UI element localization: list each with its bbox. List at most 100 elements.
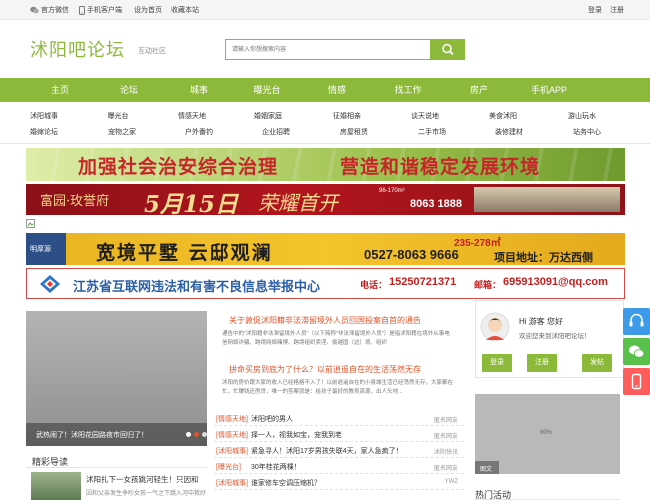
nav-exposure[interactable]: 曝光台 <box>253 78 280 102</box>
news-author: 匿名网友 <box>433 466 458 472</box>
avatar[interactable] <box>480 312 510 342</box>
slider-dot-active[interactable] <box>186 432 191 437</box>
set-homepage-link[interactable]: 设为首页 <box>134 5 162 15</box>
featured-headline-1[interactable]: 关于敦促沭阳籍非法滞留境外人员回国投案自首的通告 <box>229 315 421 326</box>
subnav-item[interactable]: 婚姻家庭 <box>254 111 282 121</box>
news-author: YWZ <box>444 479 458 485</box>
search-input[interactable] <box>226 40 426 59</box>
register-button[interactable]: 注册 <box>527 354 557 372</box>
banner4-phone-label: 电话： <box>360 280 388 290</box>
nav-property[interactable]: 房产 <box>470 78 488 102</box>
subnav-item[interactable]: 房屋租赁 <box>340 127 368 137</box>
news-category[interactable]: [沭阳城事] <box>216 478 248 488</box>
news-category[interactable]: [情感天地] <box>216 414 248 424</box>
banner3-area: 235-278㎡ <box>454 238 501 249</box>
jingcai-item-text: 因和父亲发生争吵女孩一气之下跳入河中救好 <box>86 491 207 497</box>
news-title[interactable]: 择一人，视我如宝，宠我到老 <box>251 430 342 440</box>
subnav-item[interactable]: 情感天地 <box>178 111 206 121</box>
mobile-phone-icon <box>631 373 642 390</box>
phone-icon <box>79 5 85 15</box>
news-category[interactable]: [曝光台] <box>216 462 241 472</box>
news-title[interactable]: 谁家修车空调压缩机？ <box>251 478 321 488</box>
banner2-date: 5月15日 <box>144 191 239 215</box>
featured-headline-2[interactable]: 拼命买房到底为了什么？以前逍遥自在的生活荡然无存 <box>229 364 421 375</box>
news-row[interactable]: [情感天地] 沭阳吧的男人 匿名网友 <box>214 411 464 426</box>
nav-city[interactable]: 城事 <box>190 78 208 102</box>
side-mobile-button[interactable] <box>623 368 650 395</box>
banner3-main-text: 宽境平墅 云邸观澜 <box>96 242 273 264</box>
wechat-icon <box>30 6 39 14</box>
side-support-button[interactable] <box>623 308 650 335</box>
top-register-link[interactable]: 注册 <box>610 5 624 15</box>
main-nav: 主页 论坛 城事 曝光台 情感 找工作 房产 手机APP <box>0 78 650 102</box>
search-icon <box>442 43 454 56</box>
news-row[interactable]: [情感天地] 择一人，视我如宝，宠我到老 匿名网友 <box>214 427 464 442</box>
news-title[interactable]: 紧急寻人！沭阳17岁男孩失联4天，家人急疯了！ <box>251 446 403 456</box>
banner2-size: 96-170m² <box>379 188 405 194</box>
report-center-logo-icon <box>40 275 60 293</box>
subnav-item[interactable]: 美食沭阳 <box>489 111 517 121</box>
subnav-item[interactable]: 企业招聘 <box>262 127 290 137</box>
subnav-item[interactable]: 征婚相亲 <box>333 111 361 121</box>
banner2-left-text: 富园·玫誉府 <box>40 194 110 209</box>
news-author: 匿名网友 <box>433 434 458 440</box>
banner4-email: 695913091@qq.com <box>503 276 608 288</box>
subnav-item[interactable]: 户外番钓 <box>185 127 213 137</box>
subnav-item[interactable]: 婚嫁论坛 <box>30 127 58 137</box>
nav-forum[interactable]: 论坛 <box>120 78 138 102</box>
site-logo[interactable]: 沭阳吧论坛 <box>30 36 125 62</box>
nav-emotion[interactable]: 情感 <box>328 78 346 102</box>
nav-home[interactable]: 主页 <box>51 78 69 102</box>
slider-caption: 武热闹了！沭阳花园路夜市回归了！ <box>36 432 148 439</box>
banner1-main-text: 加强社会治安综合治理 <box>78 156 279 178</box>
side-wechat-button[interactable] <box>623 338 650 365</box>
nav-jobs[interactable]: 找工作 <box>394 78 421 102</box>
news-title[interactable]: 沭阳吧的男人 <box>251 414 293 424</box>
sub-nav: 沭阳城事 曝光台 情感天地 婚姻家庭 征婚相亲 谈天说地 美食沭阳 游山玩水 婚… <box>0 102 650 144</box>
banner-property-ad[interactable]: 富园·玫誉府 5月15日 荣耀首开 96-170m² 8063 1888 <box>26 184 625 215</box>
news-category[interactable]: [沭阳城事] <box>216 446 248 456</box>
jingcai-thumbnail[interactable] <box>31 472 81 500</box>
featured-text-2: 沭阳的房价跟大家的收入已经格格不入了！以前逍遥自在的小县城生活已经荡然无存，大家… <box>222 380 454 395</box>
image-slider[interactable]: 武热闹了！沭阳花园路夜市回归了！ <box>26 311 207 446</box>
user-greeting: Hi 游客 您好 <box>519 317 563 326</box>
banner3-location: 项目地址：万达西侧 <box>494 252 593 264</box>
subnav-item[interactable]: 曝光台 <box>108 111 129 121</box>
nav-mobile-app[interactable]: 手机APP <box>531 78 567 102</box>
subnav-item[interactable]: 宠物之家 <box>108 127 136 137</box>
news-row[interactable]: [沭阳城事] 谁家修车空调压缩机？ YWZ <box>214 475 464 490</box>
search-box <box>225 39 431 60</box>
subnav-item[interactable]: 谈天说地 <box>411 111 439 121</box>
banner2-building-image <box>474 187 620 212</box>
subnav-item[interactable]: 二手市场 <box>418 127 446 137</box>
headset-icon <box>629 313 644 327</box>
news-category[interactable]: [情感天地] <box>216 430 248 440</box>
news-author: 沭阳快讯 <box>433 450 458 456</box>
banner3-brand: 明厚源 <box>30 246 51 253</box>
jingcai-item-title[interactable]: 沭阳扎下一女孩跳河轻生！只因和 <box>86 474 199 485</box>
wechat-icon <box>629 345 645 358</box>
news-row[interactable]: [沭阳城事] 紧急寻人！沭阳17岁男孩失联4天，家人急疯了！ 沭阳快讯 <box>214 443 464 458</box>
post-button[interactable]: 发帖 <box>582 354 612 372</box>
top-login-link[interactable]: 登录 <box>588 5 602 15</box>
subnav-item[interactable]: 装修建材 <box>495 127 523 137</box>
banner4-email-label: 邮箱： <box>474 280 502 290</box>
wechat-link[interactable]: 官方微信 <box>30 5 69 15</box>
banner-security-ad[interactable]: 加强社会治安综合治理 营造和谐稳定发展环境 <box>26 148 625 181</box>
subnav-item[interactable]: 沭阳城事 <box>30 111 58 121</box>
news-row[interactable]: [曝光台] 30年桂花两棵！ 匿名网友 <box>214 459 464 474</box>
subnav-item[interactable]: 游山玩水 <box>568 111 596 121</box>
slider-dot[interactable] <box>202 432 207 437</box>
search-button[interactable] <box>431 39 465 60</box>
mobile-link[interactable]: 手机客户端 <box>79 5 122 15</box>
login-button[interactable]: 登录 <box>482 354 512 372</box>
slider-dot[interactable] <box>194 432 199 437</box>
news-title[interactable]: 30年桂花两棵！ <box>251 462 301 472</box>
add-favorite-link[interactable]: 收藏本站 <box>171 5 199 15</box>
wechat-label: 官方微信 <box>40 7 69 14</box>
subnav-item[interactable]: 站务中心 <box>573 127 601 137</box>
right-ad-caption: 图文 <box>480 467 493 473</box>
jingcai-divider <box>26 467 207 468</box>
banner-mingyuan-ad[interactable]: 明厚源 宽境平墅 云邸观澜 235-278㎡ 0527-8063 9666 项目… <box>26 233 625 265</box>
banner-report-center[interactable]: 江苏省互联网违法和有害不良信息举报中心 电话： 15250721371 邮箱： … <box>26 268 625 299</box>
